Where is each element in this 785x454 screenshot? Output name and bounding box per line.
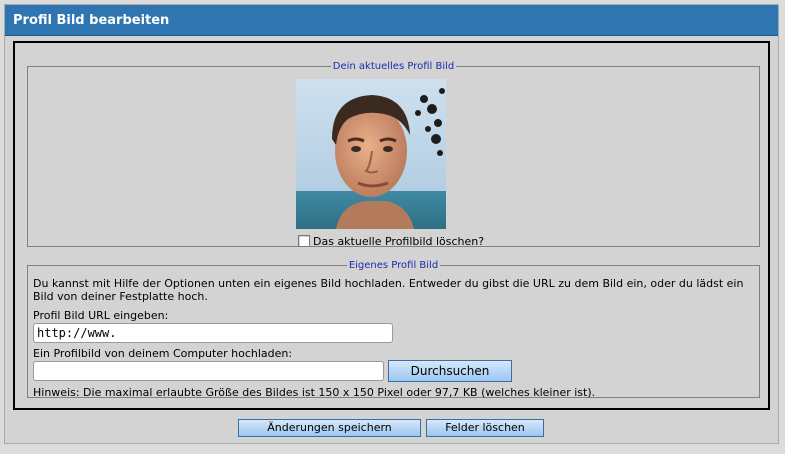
- upload-description: Du kannst mit Hilfe der Optionen unten e…: [33, 277, 744, 303]
- browse-button[interactable]: Durchsuchen: [388, 360, 512, 382]
- clear-fields-button[interactable]: Felder löschen: [426, 419, 544, 437]
- own-picture-group: Eigenes Profil Bild Du kannst mit Hilfe …: [27, 260, 760, 399]
- current-picture-group: Dein aktuelles Profil Bild Das aktuelle …: [27, 61, 760, 249]
- delete-picture-label: Das aktuelle Profilbild löschen?: [313, 234, 485, 248]
- file-path-input[interactable]: [33, 361, 384, 381]
- edit-profile-picture-panel: Profil Bild bearbeiten Dein aktuelles Pr…: [4, 4, 779, 444]
- delete-current-picture-row[interactable]: Das aktuelle Profilbild löschen?: [298, 233, 484, 249]
- form-container: Dein aktuelles Profil Bild Das aktuelle …: [13, 41, 770, 410]
- size-hint: Hinweis: Die maximal erlaubte Größe des …: [33, 386, 596, 399]
- url-label: Profil Bild URL eingeben:: [33, 309, 169, 322]
- upload-label: Ein Profilbild von deinem Computer hochl…: [33, 347, 293, 360]
- own-picture-legend: Eigenes Profil Bild: [348, 260, 439, 271]
- save-changes-button[interactable]: Änderungen speichern: [238, 419, 421, 437]
- current-picture-legend: Dein aktuelles Profil Bild: [332, 61, 455, 72]
- profile-photo: [296, 79, 446, 229]
- delete-picture-checkbox[interactable]: [298, 235, 310, 247]
- panel-title: Profil Bild bearbeiten: [5, 5, 778, 36]
- picture-url-input[interactable]: http://www.: [33, 323, 393, 343]
